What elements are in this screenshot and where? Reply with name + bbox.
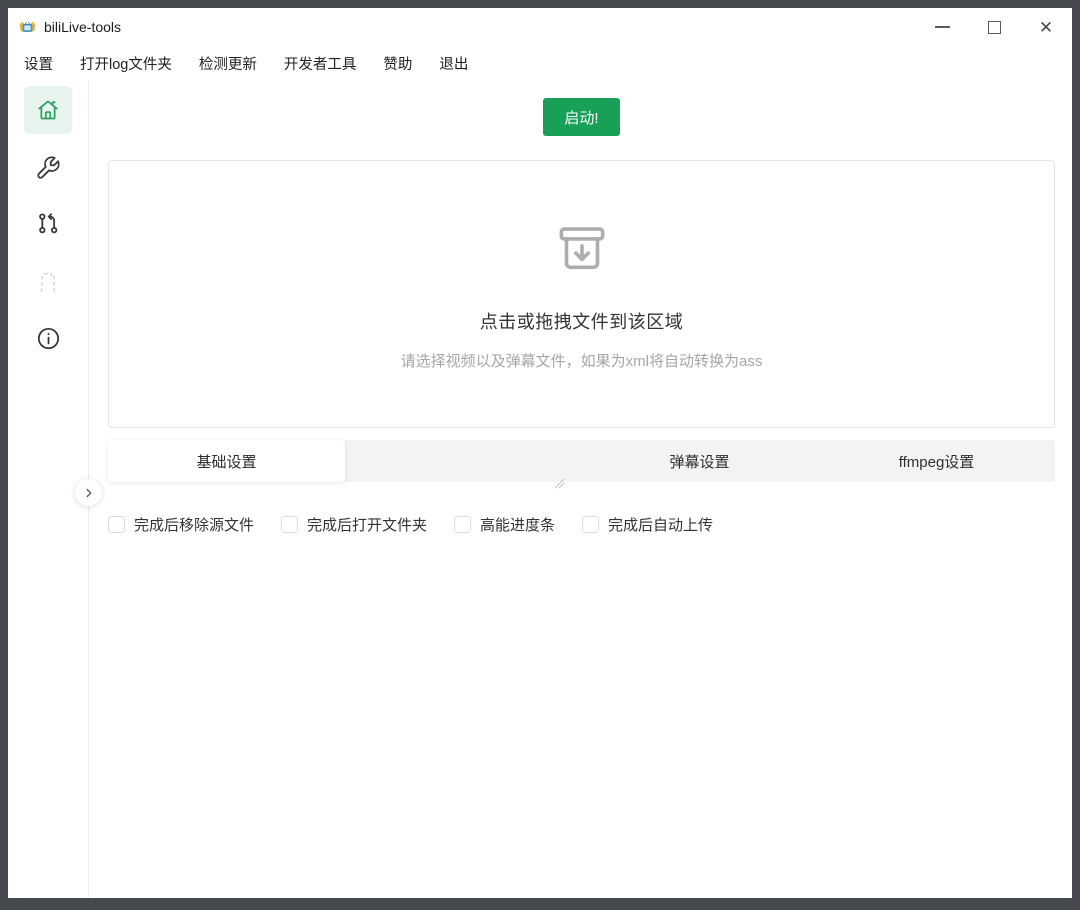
info-icon xyxy=(35,325,62,352)
menu-item-open-log-folder[interactable]: 打开log文件夹 xyxy=(80,53,172,74)
window-title: biliLive-tools xyxy=(44,19,122,35)
minimize-button[interactable] xyxy=(916,8,968,46)
content-area: 启动! 点击或拖拽文件到该区域 请选择视频以及弹幕文件，如果为xml将自动转换为… xyxy=(8,80,1072,898)
tabbar-spacer xyxy=(345,440,581,482)
home-icon xyxy=(34,96,62,124)
start-button[interactable]: 启动! xyxy=(543,98,620,136)
tab-basic-settings[interactable]: 基础设置 xyxy=(108,440,345,482)
mouse-cursor xyxy=(554,476,565,494)
sidebar-item-tools[interactable] xyxy=(24,143,72,191)
tab-danmaku-settings[interactable]: 弹幕设置 xyxy=(581,440,818,482)
option-label: 完成后自动上传 xyxy=(608,517,714,534)
menu-item-settings[interactable]: 设置 xyxy=(24,53,53,74)
minimize-icon xyxy=(934,26,950,28)
checkbox-highlight-progressbar[interactable] xyxy=(454,516,472,533)
menu-item-exit[interactable]: 退出 xyxy=(439,53,468,74)
git-branch-icon xyxy=(35,211,62,238)
sidebar-item-pipeline[interactable] xyxy=(24,200,72,248)
option-auto-upload[interactable]: 完成后自动上传 xyxy=(582,514,713,535)
option-highlight-progressbar[interactable]: 高能进度条 xyxy=(454,514,555,535)
close-button[interactable]: ✕ xyxy=(1020,8,1072,46)
close-icon: ✕ xyxy=(1038,17,1054,37)
options-row: 完成后移除源文件 完成后打开文件夹 高能进度条 完成后自动上传 xyxy=(108,514,1055,535)
menu-item-sponsor[interactable]: 赞助 xyxy=(383,53,412,74)
option-open-folder[interactable]: 完成后打开文件夹 xyxy=(281,514,427,535)
main-panel: 启动! 点击或拖拽文件到该区域 请选择视频以及弹幕文件，如果为xml将自动转换为… xyxy=(89,80,1072,898)
option-label: 完成后打开文件夹 xyxy=(307,517,428,534)
option-remove-source[interactable]: 完成后移除源文件 xyxy=(108,514,254,535)
sidebar-item-home[interactable] xyxy=(24,86,72,134)
option-label: 高能进度条 xyxy=(480,517,556,534)
checkbox-auto-upload[interactable] xyxy=(582,516,600,533)
app-icon xyxy=(18,20,37,35)
dashed-shape-icon xyxy=(33,266,63,296)
menu-item-check-update[interactable]: 检测更新 xyxy=(199,53,257,74)
dropzone-subtitle: 请选择视频以及弹幕文件，如果为xml将自动转换为ass xyxy=(400,352,763,370)
menu-item-devtools[interactable]: 开发者工具 xyxy=(284,53,357,74)
file-dropzone[interactable]: 点击或拖拽文件到该区域 请选择视频以及弹幕文件，如果为xml将自动转换为ass xyxy=(108,160,1055,428)
window-controls: ✕ xyxy=(916,8,1072,46)
menubar: 设置 打开log文件夹 检测更新 开发者工具 赞助 退出 xyxy=(8,46,1072,80)
sidebar-collapse-handle[interactable] xyxy=(75,479,102,506)
maximize-icon xyxy=(987,20,1001,34)
dropzone-title: 点击或拖拽文件到该区域 xyxy=(479,311,684,332)
option-label: 完成后移除源文件 xyxy=(134,517,255,534)
archive-download-icon xyxy=(551,218,613,280)
checkbox-open-folder[interactable] xyxy=(281,516,299,533)
titlebar-left: biliLive-tools xyxy=(18,19,121,35)
chevron-right-icon xyxy=(82,486,96,500)
maximize-button[interactable] xyxy=(968,8,1020,46)
checkbox-remove-source[interactable] xyxy=(108,516,125,533)
sidebar-item-cut[interactable] xyxy=(24,257,72,305)
tab-ffmpeg-settings[interactable]: ffmpeg设置 xyxy=(818,440,1055,482)
settings-tabbar: 基础设置 弹幕设置 ffmpeg设置 xyxy=(108,440,1055,482)
app-window: biliLive-tools ✕ 设置 打开log文件夹 检测更新 开发者工具 … xyxy=(0,0,1080,910)
titlebar: biliLive-tools ✕ xyxy=(8,8,1072,46)
wrench-icon xyxy=(35,154,62,181)
sidebar-item-about[interactable] xyxy=(24,314,72,362)
